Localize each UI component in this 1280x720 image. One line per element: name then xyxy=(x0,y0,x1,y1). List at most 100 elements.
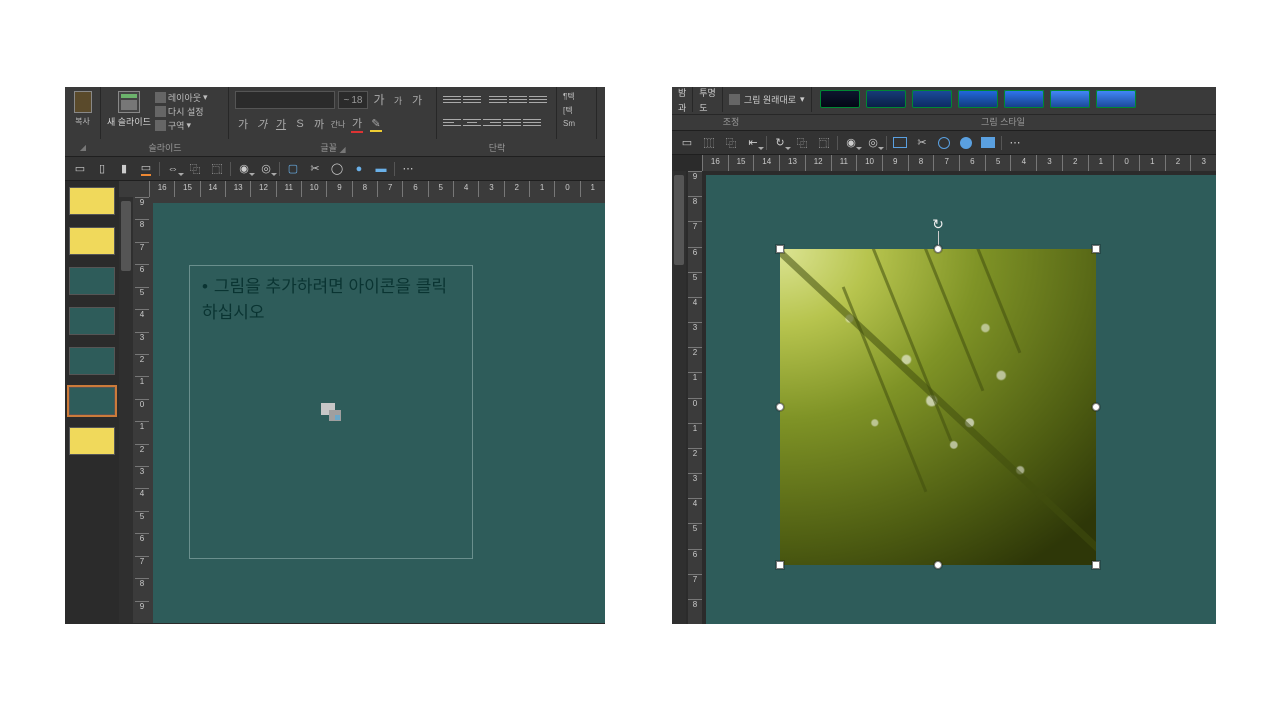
align-center-button[interactable] xyxy=(463,114,481,130)
font-name-combo[interactable] xyxy=(235,91,335,109)
thumb-7[interactable] xyxy=(69,427,115,455)
t2-crop[interactable]: ✂ xyxy=(913,134,931,152)
font-color-button[interactable]: 가 xyxy=(349,116,365,132)
rotate2-tool[interactable]: ◎ xyxy=(257,160,275,178)
ungroup-tool[interactable]: ⿹ xyxy=(208,160,226,178)
picture-placeholder[interactable]: •그림을 추가하려면 아이콘을 클릭하십시오 xyxy=(189,265,473,559)
copy-label: 복사 xyxy=(75,116,90,127)
circ-tool[interactable]: ◯ xyxy=(328,160,346,178)
frame-tool[interactable]: ▢ xyxy=(284,160,302,178)
thumb-2[interactable] xyxy=(69,227,115,255)
handle-w[interactable] xyxy=(776,403,784,411)
reset-picture-button[interactable]: 그림 원래대로 ▾ xyxy=(723,87,812,112)
crop-tool[interactable]: ✂ xyxy=(306,160,324,178)
style-2[interactable] xyxy=(866,90,906,108)
slide-canvas-2[interactable]: ↻ xyxy=(706,175,1216,624)
style-5[interactable] xyxy=(1004,90,1044,108)
t2-c[interactable]: ⿻ xyxy=(722,134,740,152)
insert-picture-icon[interactable] xyxy=(321,403,341,421)
style-3[interactable] xyxy=(912,90,952,108)
t2-circf[interactable] xyxy=(957,134,975,152)
t2-r2[interactable]: ◎ xyxy=(864,134,882,152)
handle-nw[interactable] xyxy=(776,245,784,253)
increase-font-button[interactable]: 가 xyxy=(371,91,387,107)
line-spacing-button[interactable] xyxy=(529,91,547,107)
tool-c[interactable]: ▮ xyxy=(115,160,133,178)
font-size-combo[interactable]: ~18 xyxy=(338,91,368,109)
layout-icon xyxy=(155,92,166,103)
text-direction-button[interactable]: ¶텍 xyxy=(563,91,590,102)
t2-frame[interactable] xyxy=(891,134,909,152)
scroll-thumb[interactable] xyxy=(121,201,131,271)
t2-align[interactable]: ⇤ xyxy=(744,134,762,152)
clipboard-launcher[interactable]: ◢ xyxy=(80,143,86,152)
more-tool[interactable]: ⋯ xyxy=(399,160,417,178)
align-left-button[interactable] xyxy=(443,114,461,130)
thumb-1[interactable] xyxy=(69,187,115,215)
rotate-handle[interactable]: ↻ xyxy=(931,217,945,231)
handle-s[interactable] xyxy=(934,561,942,569)
bold-button[interactable]: 가 xyxy=(235,116,251,132)
thumb-4[interactable] xyxy=(69,307,115,335)
t2-ugrp[interactable]: ⿹ xyxy=(815,134,833,152)
scroll-thumb-2[interactable] xyxy=(674,175,684,265)
t2-circ[interactable] xyxy=(935,134,953,152)
t2-more[interactable]: ⋯ xyxy=(1006,134,1024,152)
rectfill-tool[interactable]: ▬ xyxy=(372,160,390,178)
tool-d[interactable]: ▭ xyxy=(137,160,155,178)
paragraph-group xyxy=(437,87,557,139)
handle-sw[interactable] xyxy=(776,561,784,569)
vertical-scrollbar-2[interactable] xyxy=(672,171,686,624)
decrease-indent-button[interactable] xyxy=(489,91,507,107)
paste-icon[interactable] xyxy=(74,91,92,113)
clear-format-button[interactable]: 가 xyxy=(409,92,425,108)
handle-se[interactable] xyxy=(1092,561,1100,569)
t2-r1[interactable]: ◉ xyxy=(842,134,860,152)
section-button[interactable]: 구역 ▾ xyxy=(155,119,208,132)
selected-image[interactable]: ↻ xyxy=(780,249,1096,565)
smartart-button[interactable]: Sm xyxy=(563,119,590,128)
increase-indent-button[interactable] xyxy=(509,91,527,107)
group-tool[interactable]: ⿻ xyxy=(186,160,204,178)
t2-a[interactable]: ▭ xyxy=(678,134,696,152)
reset-button[interactable]: 다시 설정 xyxy=(155,105,208,118)
numbering-button[interactable] xyxy=(463,91,481,107)
decrease-font-button[interactable]: 가 xyxy=(390,92,406,108)
rotate-tool[interactable]: ◉ xyxy=(235,160,253,178)
thumb-3[interactable] xyxy=(69,267,115,295)
thumb-6-selected[interactable] xyxy=(69,387,115,415)
strike-button[interactable]: S xyxy=(292,116,308,132)
new-slide-button[interactable]: 새 슬라이드 xyxy=(107,91,151,137)
style-4[interactable] xyxy=(958,90,998,108)
highlight-button[interactable]: ✎ xyxy=(368,116,384,132)
style-7[interactable] xyxy=(1096,90,1136,108)
italic-button[interactable]: 가 xyxy=(254,116,270,132)
align-tool[interactable]: ⇔ xyxy=(164,160,182,178)
bullets-button[interactable] xyxy=(443,91,461,107)
tool-b[interactable]: ▯ xyxy=(93,160,111,178)
t2-b[interactable]: ⿲ xyxy=(700,134,718,152)
handle-e[interactable] xyxy=(1092,403,1100,411)
slide-canvas[interactable]: •그림을 추가하려면 아이콘을 클릭하십시오 xyxy=(153,203,605,623)
style-6[interactable] xyxy=(1050,90,1090,108)
handle-n[interactable] xyxy=(934,245,942,253)
t2-grp[interactable]: ⿻ xyxy=(793,134,811,152)
font-launcher[interactable]: ◢ xyxy=(339,145,345,154)
handle-ne[interactable] xyxy=(1092,245,1100,253)
paragraph-group-label: 단락 xyxy=(437,139,557,156)
justify-button[interactable] xyxy=(503,114,521,130)
t2-rot[interactable]: ↻ xyxy=(771,134,789,152)
tool-a[interactable]: ▭ xyxy=(71,160,89,178)
circfill-tool[interactable]: ● xyxy=(350,160,368,178)
shadow-button[interactable]: 까 xyxy=(311,116,327,132)
columns-button[interactable] xyxy=(523,114,541,130)
align-right-button[interactable] xyxy=(483,114,501,130)
char-spacing-button[interactable]: 간나 xyxy=(330,116,346,132)
t2-rectf[interactable] xyxy=(979,134,997,152)
vertical-scrollbar[interactable] xyxy=(119,197,133,623)
style-1[interactable] xyxy=(820,90,860,108)
underline-button[interactable]: 가 xyxy=(273,116,289,132)
thumb-5[interactable] xyxy=(69,347,115,375)
text-align-button[interactable]: [텍 xyxy=(563,105,590,116)
layout-button[interactable]: 레이아웃 ▾ xyxy=(155,91,208,104)
